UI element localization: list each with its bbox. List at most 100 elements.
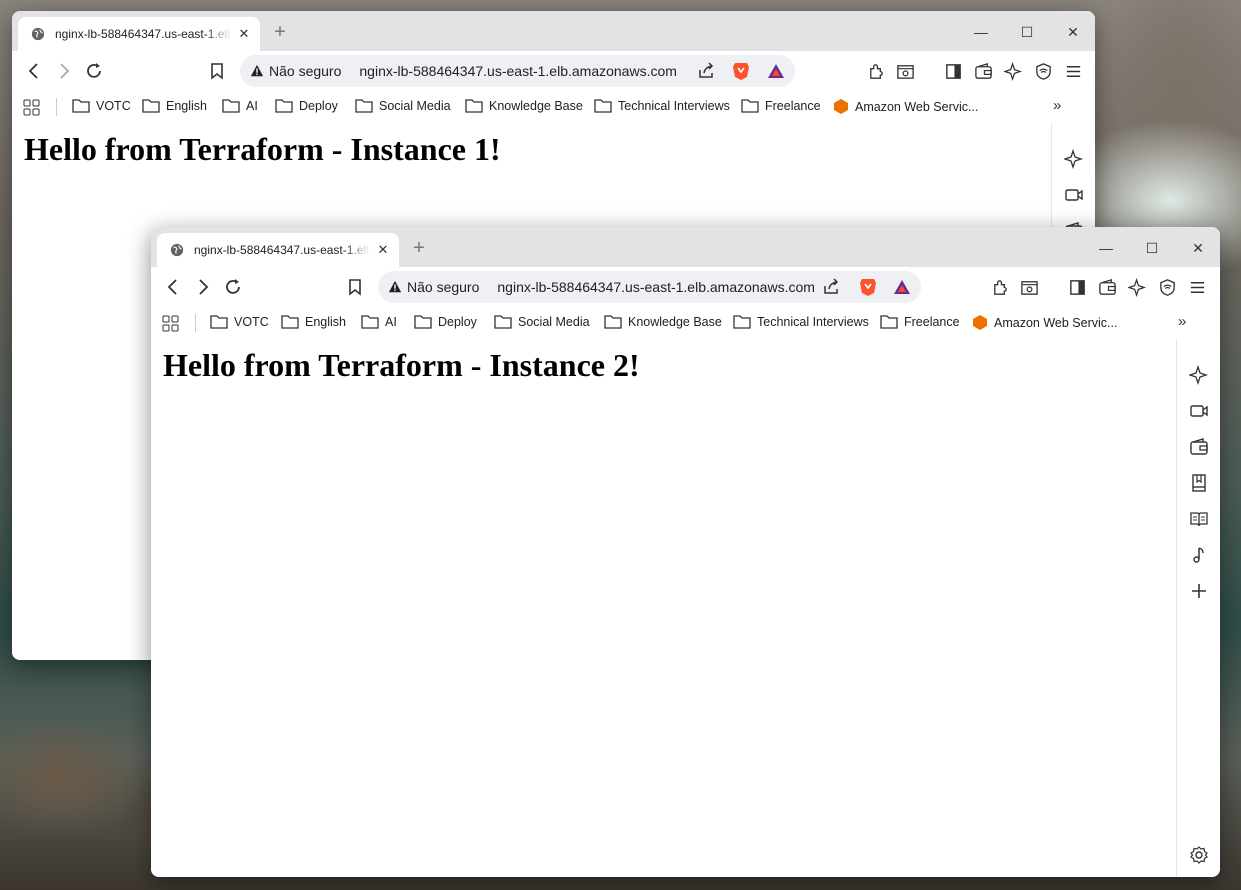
minimize-icon[interactable]: — — [958, 24, 1004, 41]
bookmark-folder[interactable]: AI — [222, 98, 258, 113]
folder-icon — [880, 315, 898, 329]
sidebar-panel — [1176, 339, 1220, 877]
bookmark-folder[interactable]: Knowledge Base — [465, 98, 583, 113]
title-bar[interactable]: nginx-lb-588464347.us-east-1.elb.amazona… — [12, 11, 1095, 51]
bookmarks-bar: VOTC English AI Deploy Social Media Know… — [151, 307, 1220, 339]
leo-ai-icon[interactable] — [1189, 365, 1209, 385]
settings-icon[interactable] — [1189, 845, 1209, 865]
more-bookmarks-icon[interactable]: » — [1053, 97, 1061, 114]
folder-icon — [72, 99, 90, 113]
leo-ai-icon[interactable] — [1128, 278, 1147, 297]
omnibox[interactable]: Não seguro nginx-lb-588464347.us-east-1.… — [240, 55, 795, 87]
url-text[interactable]: nginx-lb-588464347.us-east-1.elb.amazona… — [359, 63, 677, 79]
maximize-icon[interactable]: ☐ — [1129, 240, 1175, 257]
browser-window-2: nginx-lb-588464347.us-east-1.elb.amazona… — [151, 227, 1220, 877]
share-icon[interactable] — [697, 62, 715, 80]
menu-icon[interactable] — [1188, 278, 1207, 297]
minimize-icon[interactable]: — — [1083, 240, 1129, 257]
forward-icon[interactable] — [54, 61, 74, 81]
bookmark-folder[interactable]: Freelance — [741, 98, 821, 113]
sidebar-icon[interactable] — [944, 62, 963, 81]
active-tab[interactable]: nginx-lb-588464347.us-east-1.elb.amazona… — [18, 17, 260, 51]
brave-shields-icon[interactable] — [859, 277, 877, 297]
forward-icon[interactable] — [193, 277, 213, 297]
vpn-icon[interactable] — [1158, 278, 1177, 297]
video-icon[interactable] — [1189, 401, 1209, 421]
back-icon[interactable] — [163, 277, 183, 297]
brave-rewards-icon[interactable] — [767, 63, 785, 79]
reload-icon[interactable] — [223, 277, 243, 297]
new-tab-icon[interactable]: + — [270, 22, 290, 42]
extensions-icon[interactable] — [867, 62, 886, 81]
wallet-icon[interactable] — [1098, 278, 1117, 297]
divider — [56, 98, 57, 116]
page-content: Hello from Terraform - Instance 2! — [151, 339, 1176, 877]
bookmark-aws[interactable]: Amazon Web Servic... — [972, 314, 1117, 331]
bookmark-folder[interactable]: Freelance — [880, 314, 960, 329]
folder-icon — [494, 315, 512, 329]
globe-icon — [31, 27, 45, 41]
brave-rewards-icon[interactable] — [893, 279, 911, 295]
bookmark-folder[interactable]: Social Media — [494, 314, 590, 329]
leo-ai-icon[interactable] — [1004, 62, 1023, 81]
video-icon[interactable] — [1064, 185, 1084, 205]
bookmark-folder[interactable]: Technical Interviews — [594, 98, 730, 113]
bookmark-folder[interactable]: VOTC — [72, 98, 131, 113]
maximize-icon[interactable]: ☐ — [1004, 24, 1050, 41]
warning-icon[interactable] — [250, 64, 264, 78]
bookmark-folder[interactable]: VOTC — [210, 314, 269, 329]
bookmark-folder[interactable]: Technical Interviews — [733, 314, 869, 329]
menu-icon[interactable] — [1064, 62, 1083, 81]
vpn-icon[interactable] — [1034, 62, 1053, 81]
page-heading: Hello from Terraform - Instance 1! — [24, 131, 501, 167]
bookmarks-icon[interactable] — [1189, 509, 1209, 529]
title-bar[interactable]: nginx-lb-588464347.us-east-1.elb.amazona… — [151, 227, 1220, 267]
bookmark-folder[interactable]: Deploy — [414, 314, 477, 329]
brave-shields-icon[interactable] — [732, 61, 750, 81]
folder-icon — [604, 315, 622, 329]
add-icon[interactable] — [1189, 581, 1209, 601]
bookmark-folder[interactable]: AI — [361, 314, 397, 329]
folder-icon — [281, 315, 299, 329]
sidebar-icon[interactable] — [1068, 278, 1087, 297]
bookmark-folder[interactable]: English — [281, 314, 346, 329]
folder-icon — [414, 315, 432, 329]
new-tab-icon[interactable]: + — [409, 238, 429, 258]
reload-icon[interactable] — [84, 61, 104, 81]
bookmark-aws[interactable]: Amazon Web Servic... — [833, 98, 978, 115]
security-label[interactable]: Não seguro — [269, 63, 341, 79]
apps-grid-icon[interactable] — [162, 315, 179, 332]
music-icon[interactable] — [1189, 545, 1209, 565]
leo-ai-icon[interactable] — [1064, 149, 1084, 169]
share-icon[interactable] — [822, 278, 840, 296]
reading-list-icon[interactable] — [1189, 473, 1209, 493]
more-bookmarks-icon[interactable]: » — [1178, 313, 1186, 330]
close-window-icon[interactable]: ✕ — [1175, 240, 1220, 257]
extensions-icon[interactable] — [991, 278, 1010, 297]
url-text[interactable]: nginx-lb-588464347.us-east-1.elb.amazona… — [497, 279, 815, 295]
bookmark-icon[interactable] — [345, 277, 365, 297]
wallet-icon[interactable] — [974, 62, 993, 81]
apps-grid-icon[interactable] — [23, 99, 40, 116]
bookmark-folder[interactable]: Deploy — [275, 98, 338, 113]
active-tab[interactable]: nginx-lb-588464347.us-east-1.elb.amazona… — [157, 233, 399, 267]
close-window-icon[interactable]: ✕ — [1050, 24, 1095, 41]
aws-icon — [834, 99, 848, 114]
back-icon[interactable] — [24, 61, 44, 81]
bookmark-folder[interactable]: English — [142, 98, 207, 113]
tab-search-icon[interactable] — [896, 62, 915, 81]
warning-icon[interactable] — [388, 280, 402, 294]
omnibox[interactable]: Não seguro nginx-lb-588464347.us-east-1.… — [378, 271, 921, 303]
close-tab-icon[interactable]: ✕ — [376, 242, 390, 258]
folder-icon — [741, 99, 759, 113]
close-tab-icon[interactable]: ✕ — [237, 26, 251, 42]
bookmark-folder[interactable]: Social Media — [355, 98, 451, 113]
security-label[interactable]: Não seguro — [407, 279, 479, 295]
bookmark-icon[interactable] — [207, 61, 227, 81]
wallet-icon[interactable] — [1189, 437, 1209, 457]
tab-search-icon[interactable] — [1020, 278, 1039, 297]
folder-icon — [355, 99, 373, 113]
folder-icon — [222, 99, 240, 113]
bookmark-folder[interactable]: Knowledge Base — [604, 314, 722, 329]
page-heading: Hello from Terraform - Instance 2! — [163, 347, 640, 383]
